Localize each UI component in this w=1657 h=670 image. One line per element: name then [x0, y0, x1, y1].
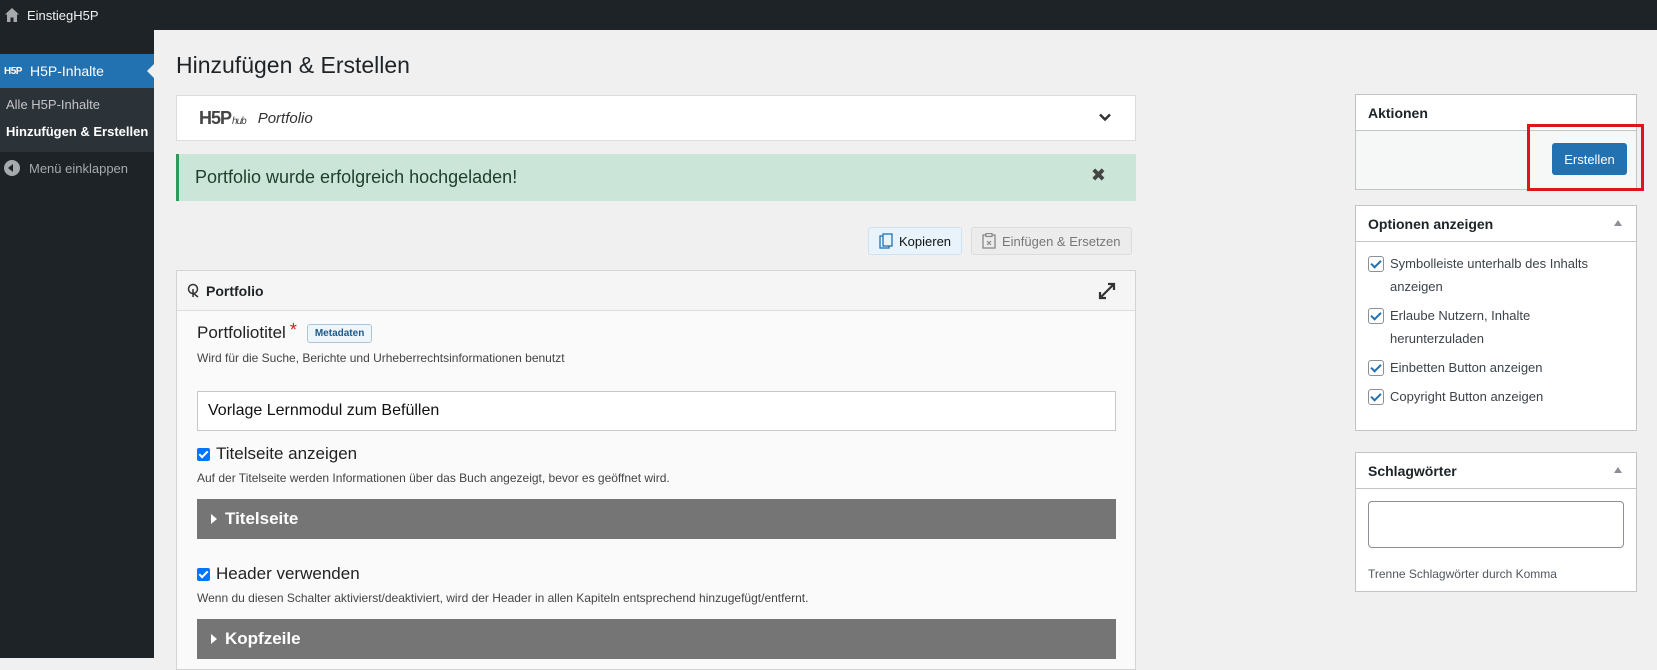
- portfolio-title-input[interactable]: [197, 391, 1116, 431]
- tags-box: Schlagwörter Trenne Schlagwörter durch K…: [1355, 452, 1637, 592]
- paste-label: Einfügen & Ersetzen: [1002, 233, 1121, 249]
- menu-h5p-content-label: H5P-Inhalte: [30, 63, 104, 79]
- option-download-checkbox[interactable]: [1368, 308, 1384, 324]
- collapse-menu-label: Menü einklappen: [29, 160, 129, 176]
- close-icon[interactable]: ✖: [1091, 165, 1106, 186]
- use-header-desc: Wenn du diesen Schalter aktivierst/deakt…: [197, 591, 809, 605]
- h5p-icon: H5P: [4, 65, 22, 77]
- notice-message: Portfolio wurde erfolgreich hochgeladen!: [195, 167, 518, 187]
- editor-header: Portfolio: [177, 271, 1135, 311]
- hub-content-type: Portfolio: [257, 109, 313, 127]
- option-embed-checkbox[interactable]: [1368, 360, 1384, 376]
- expand-arrow-icon: [211, 634, 217, 644]
- portfolio-title-field: Portfoliotitel * Metadaten: [197, 319, 373, 343]
- site-name-link[interactable]: EinstiegH5P: [0, 0, 99, 30]
- metadata-button[interactable]: Metadaten: [306, 323, 373, 343]
- portfolio-icon: [187, 283, 199, 298]
- copy-label: Kopieren: [899, 233, 952, 249]
- show-cover-label: Titelseite anzeigen: [216, 444, 358, 463]
- portfolio-title-label: Portfoliotitel: [197, 323, 286, 342]
- actions-title: Aktionen: [1356, 95, 1636, 131]
- collapse-menu-button[interactable]: Menü einklappen: [4, 160, 128, 176]
- header-group-label: Kopfzeile: [225, 629, 301, 648]
- home-icon: [5, 8, 19, 22]
- h5p-editor: Portfolio Portfoliotitel * Metadaten Wir…: [176, 270, 1136, 670]
- submenu-add-new[interactable]: Hinzufügen & Erstellen: [6, 124, 148, 139]
- expand-arrow-icon: [211, 514, 217, 524]
- option-copyright-label: Copyright Button anzeigen: [1390, 389, 1544, 404]
- collapse-arrow-icon: [4, 160, 20, 176]
- option-copyright-checkbox[interactable]: [1368, 389, 1384, 405]
- option-toolbar-checkbox[interactable]: [1368, 256, 1384, 272]
- site-name: EinstiegH5P: [27, 7, 99, 23]
- cover-page-group-label: Titelseite: [225, 509, 299, 528]
- admin-bar: EinstiegH5P: [0, 0, 1657, 30]
- option-download-label: Erlaube Nutzern, Inhalte herunterzuladen: [1390, 308, 1531, 346]
- paste-replace-button[interactable]: Einfügen & Ersetzen: [971, 227, 1132, 255]
- tags-title: Schlagwörter: [1368, 462, 1457, 479]
- submenu-all-content[interactable]: Alle H5P-Inhalte: [6, 97, 100, 112]
- use-header-checkbox[interactable]: [197, 567, 210, 581]
- copy-button[interactable]: Kopieren: [868, 227, 963, 255]
- option-copyright: Copyright Button anzeigen: [1368, 385, 1626, 408]
- actions-box: Aktionen Erstellen: [1355, 94, 1637, 190]
- portfolio-title-desc: Wird für die Suche, Berichte und Urheber…: [197, 351, 565, 365]
- h5p-hub-selector[interactable]: H5Phub Portfolio: [176, 95, 1136, 141]
- success-notice: Portfolio wurde erfolgreich hochgeladen!…: [176, 154, 1136, 201]
- option-embed-label: Einbetten Button anzeigen: [1390, 360, 1543, 375]
- option-embed: Einbetten Button anzeigen: [1368, 356, 1626, 379]
- display-options-header: Optionen anzeigen: [1356, 206, 1636, 242]
- show-cover-desc: Auf der Titelseite werden Informationen …: [197, 471, 670, 485]
- header-group[interactable]: Kopfzeile: [197, 619, 1116, 659]
- paste-icon: [982, 233, 996, 249]
- fullscreen-icon[interactable]: [1097, 281, 1117, 301]
- show-cover-checkbox[interactable]: [197, 447, 210, 461]
- cover-page-group[interactable]: Titelseite: [197, 499, 1116, 539]
- collapse-toggle-icon[interactable]: [1614, 467, 1622, 473]
- tags-header: Schlagwörter: [1356, 453, 1636, 489]
- option-toolbar-label: Symbolleiste unterhalb des Inhalts anzei…: [1390, 256, 1589, 294]
- display-options-title: Optionen anzeigen: [1368, 215, 1494, 232]
- required-marker: *: [289, 319, 297, 340]
- display-options-box: Optionen anzeigen Symbolleiste unterhalb…: [1355, 205, 1637, 431]
- option-download: Erlaube Nutzern, Inhalte herunterzuladen: [1368, 304, 1626, 350]
- collapse-toggle-icon[interactable]: [1614, 220, 1622, 226]
- use-header-label: Header verwenden: [216, 564, 360, 583]
- admin-sidebar: H5P H5P-Inhalte Alle H5P-Inhalte Hinzufü…: [0, 30, 154, 658]
- tags-input[interactable]: [1368, 501, 1624, 548]
- chevron-down-icon[interactable]: [1097, 109, 1113, 125]
- submenu: Alle H5P-Inhalte Hinzufügen & Erstellen: [0, 88, 154, 152]
- create-button[interactable]: Erstellen: [1552, 143, 1627, 175]
- editor-title: Portfolio: [206, 282, 264, 299]
- h5p-hub-logo: H5Phub: [199, 107, 247, 128]
- option-toolbar: Symbolleiste unterhalb des Inhalts anzei…: [1368, 252, 1626, 298]
- menu-h5p-content[interactable]: H5P H5P-Inhalte: [0, 54, 154, 88]
- page-title: Hinzufügen & Erstellen: [176, 52, 410, 78]
- copy-icon: [879, 233, 893, 249]
- tags-hint: Trenne Schlagwörter durch Komma: [1368, 567, 1557, 581]
